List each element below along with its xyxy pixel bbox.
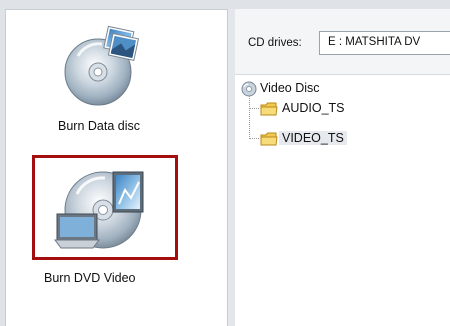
burn-data-disc-label: Burn Data disc (58, 119, 140, 133)
tree-node-video-disc[interactable]: Video Disc (240, 80, 360, 98)
tree-connector (249, 108, 259, 109)
cd-drives-label: CD drives: (248, 37, 302, 49)
folder-icon (260, 102, 278, 116)
burn-dvd-video-label: Burn DVD Video (44, 271, 136, 285)
tree-connector (249, 138, 259, 139)
app-window: Burn Data disc Burn DVD Video CD drives:… (0, 0, 450, 326)
tree-node-label: AUDIO_TS (282, 101, 345, 115)
dvd-video-icon (53, 164, 153, 252)
cd-drive-select[interactable]: E : MATSHITA DV (319, 31, 450, 55)
tree-node-audio-ts[interactable]: AUDIO_TS (260, 100, 380, 118)
data-disc-icon (64, 20, 140, 106)
tree-node-video-ts[interactable]: VIDEO_TS (260, 130, 380, 148)
tree-connector (249, 96, 250, 139)
tree-node-label: Video Disc (260, 81, 320, 95)
tree-node-label: VIDEO_TS (279, 131, 347, 145)
disc-icon (241, 81, 257, 97)
pane-splitter[interactable] (228, 9, 235, 326)
burn-dvd-video-button[interactable] (32, 155, 178, 260)
folder-icon (260, 132, 278, 146)
disc-tree: Video Disc AUDIO_TS VIDEO_TS (240, 78, 450, 158)
burn-data-disc-button[interactable]: Burn Data disc (44, 14, 154, 144)
